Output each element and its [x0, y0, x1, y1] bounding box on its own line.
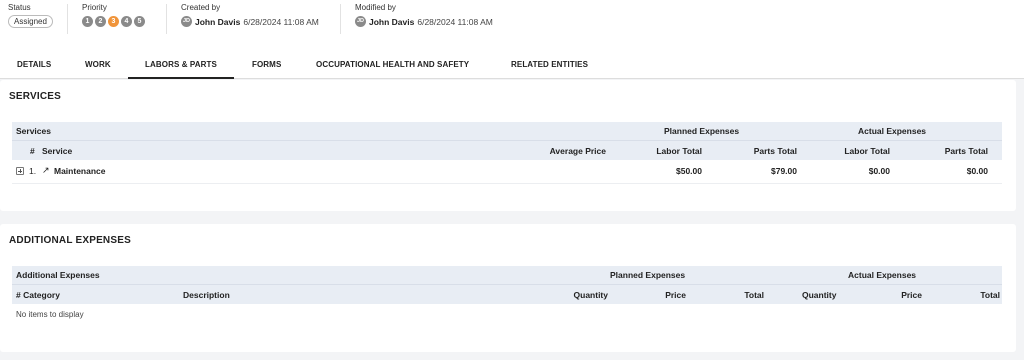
- row-divider: [12, 183, 1002, 184]
- column-category[interactable]: # Category: [16, 290, 60, 300]
- column-service[interactable]: Service: [42, 146, 72, 156]
- priority-2[interactable]: 2: [95, 16, 106, 27]
- services-title: SERVICES: [9, 91, 61, 102]
- additional-expenses-card: ADDITIONAL EXPENSES Additional Expenses …: [0, 224, 1016, 352]
- created-by-date: 6/28/2024 11:08 AM: [243, 16, 319, 27]
- created-by-name: John Davis: [195, 16, 241, 27]
- column-total[interactable]: Total: [730, 290, 764, 300]
- tab-occupational-health-safety[interactable]: OCCUPATIONAL HEALTH AND SAFETY: [316, 60, 469, 69]
- priority-1[interactable]: 1: [82, 16, 93, 27]
- planned-expenses-header: Planned Expenses: [610, 270, 686, 280]
- modified-by-name: John Davis: [369, 16, 415, 27]
- actual-expenses-header: Actual Expenses: [858, 126, 927, 136]
- expand-icon[interactable]: [16, 167, 24, 175]
- tab-related-entities[interactable]: RELATED ENTITIES: [511, 60, 588, 69]
- avatar: JD: [355, 16, 366, 27]
- priority-selector[interactable]: 1 2 3 4 5: [82, 16, 145, 27]
- column-quantity[interactable]: Quantity: [552, 290, 608, 300]
- priority-3[interactable]: 3: [108, 16, 119, 27]
- planned-expenses-header: Planned Expenses: [664, 126, 740, 136]
- divider: [340, 4, 341, 34]
- active-tab-indicator: [128, 77, 234, 79]
- status-field: Status: [8, 3, 31, 12]
- priority-5[interactable]: 5: [134, 16, 145, 27]
- divider: [166, 4, 167, 34]
- column-labor-total[interactable]: Labor Total: [632, 146, 702, 156]
- header-divider: [12, 140, 1002, 141]
- actual-expenses-header: Actual Expenses: [848, 270, 917, 280]
- record-header: Status Assigned Priority 1 2 3 4 5 Creat…: [0, 0, 1024, 40]
- column-actual-quantity[interactable]: Quantity: [802, 290, 836, 300]
- column-actual-parts-total[interactable]: Parts Total: [918, 146, 988, 156]
- actual-labor-total: $0.00: [868, 166, 890, 176]
- planned-labor-total: $50.00: [676, 166, 702, 176]
- priority-field: Priority: [82, 3, 107, 12]
- external-link-icon[interactable]: ↗: [42, 165, 50, 176]
- modified-by-field: Modified by: [355, 3, 396, 12]
- column-actual-total[interactable]: Total: [966, 290, 1000, 300]
- services-grid: Services Planned Expenses Actual Expense…: [12, 122, 1002, 192]
- column-parts-total[interactable]: Parts Total: [727, 146, 797, 156]
- column-description[interactable]: Description: [183, 290, 230, 300]
- status-badge[interactable]: Assigned: [8, 15, 53, 28]
- additional-expenses-title: ADDITIONAL EXPENSES: [9, 235, 131, 246]
- service-name[interactable]: Maintenance: [54, 166, 106, 176]
- modified-by-user: JD John Davis 6/28/2024 11:08 AM: [355, 16, 493, 27]
- tab-forms[interactable]: FORMS: [252, 60, 281, 69]
- created-by-user: JD John Davis 6/28/2024 11:08 AM: [181, 16, 319, 27]
- services-group-label: Services: [16, 126, 51, 136]
- column-price[interactable]: Price: [652, 290, 686, 300]
- divider: [67, 4, 68, 34]
- tab-bar: DETAILS WORK LABORS & PARTS FORMS OCCUPA…: [0, 40, 1024, 79]
- additional-group-label: Additional Expenses: [16, 270, 100, 280]
- empty-state-text: No items to display: [16, 310, 84, 319]
- created-by-label: Created by: [181, 3, 221, 12]
- tab-details[interactable]: DETAILS: [17, 60, 51, 69]
- avatar: JD: [181, 16, 192, 27]
- planned-parts-total: $79.00: [771, 166, 797, 176]
- header-divider: [12, 284, 1002, 285]
- tab-work[interactable]: WORK: [85, 60, 111, 69]
- actual-parts-total: $0.00: [966, 166, 988, 176]
- column-actual-price[interactable]: Price: [888, 290, 922, 300]
- priority-label: Priority: [82, 3, 107, 12]
- modified-by-date: 6/28/2024 11:08 AM: [417, 16, 493, 27]
- column-actual-labor-total[interactable]: Labor Total: [820, 146, 890, 156]
- status-label: Status: [8, 3, 31, 12]
- tab-labors-parts[interactable]: LABORS & PARTS: [145, 60, 217, 69]
- services-card: SERVICES Services Planned Expenses Actua…: [0, 80, 1016, 211]
- created-by-field: Created by: [181, 3, 220, 12]
- modified-by-label: Modified by: [355, 3, 396, 12]
- column-average-price[interactable]: Average Price: [532, 146, 606, 156]
- column-num: #: [30, 146, 35, 156]
- additional-expenses-grid: Additional Expenses Planned Expenses Act…: [12, 266, 1002, 336]
- priority-4[interactable]: 4: [121, 16, 132, 27]
- row-number: 1.: [29, 166, 37, 176]
